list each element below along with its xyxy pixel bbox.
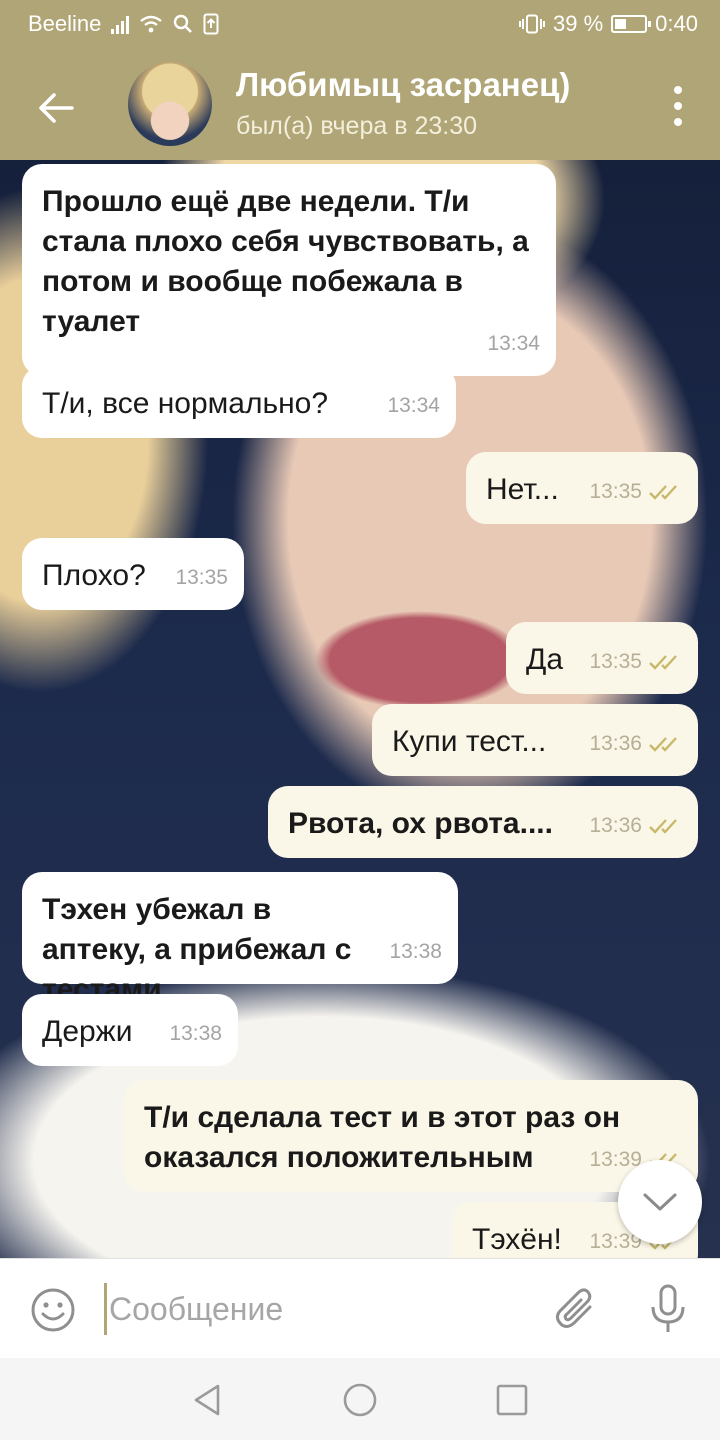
chat-title[interactable]: Любимыц засранец) xyxy=(236,66,570,104)
chat-header: Любимыц засранец) был(а) вчера в 23:30 xyxy=(0,52,720,160)
home-circle-icon[interactable] xyxy=(340,1380,380,1420)
message-bubble[interactable]: Держи 13:38 xyxy=(22,994,238,1066)
contact-avatar[interactable] xyxy=(128,62,212,146)
battery-percent: 39 % xyxy=(553,11,604,36)
last-seen-status: был(а) вчера в 23:30 xyxy=(236,112,478,140)
double-check-icon xyxy=(649,485,677,500)
message-text: Купи тест... xyxy=(392,725,547,758)
paperclip-icon[interactable] xyxy=(552,1285,600,1333)
message-time: 13:38 xyxy=(169,1022,222,1045)
arrow-left-icon xyxy=(39,93,74,123)
message-bubble[interactable]: Тэхен убежал в аптеку, а прибежал с тест… xyxy=(22,872,458,1006)
double-check-icon xyxy=(649,819,677,834)
clock: 0:40 xyxy=(655,11,698,36)
message-text: Т/и, все нормально? xyxy=(42,387,329,420)
message-time: 13:38 xyxy=(389,940,442,963)
upload-icon xyxy=(203,13,219,35)
message-text: Т/и сделала тест и в этот раз он оказалс… xyxy=(144,1101,621,1174)
message-bubble[interactable]: Плохо? 13:35 xyxy=(22,538,244,610)
message-time: 13:35 xyxy=(175,566,228,589)
vibrate-icon xyxy=(519,14,546,34)
battery-level xyxy=(615,19,627,29)
chat-area[interactable]: Прошло ещё две недели. Т/и стала плохо с… xyxy=(0,160,720,1258)
back-button[interactable] xyxy=(28,80,84,136)
message-text: Тэхен убежал в аптеку, а прибежал с тест… xyxy=(42,893,352,1006)
recents-square-icon[interactable] xyxy=(492,1380,532,1420)
message-text: Тэхён! xyxy=(472,1223,562,1256)
battery-icon xyxy=(611,15,652,33)
message-time: 13:34 xyxy=(387,394,440,417)
message-bubble[interactable]: Купи тест... 13:36 xyxy=(372,704,698,776)
message-text: Прошло ещё две недели. Т/и стала плохо с… xyxy=(42,185,529,338)
message-time: 13:34 xyxy=(487,332,540,355)
message-meta: 13:35 xyxy=(589,472,682,512)
message-meta: 13:35 xyxy=(589,642,682,682)
message-meta: 13:36 xyxy=(589,806,682,846)
message-text: Нет... xyxy=(486,473,559,506)
system-nav-bar xyxy=(0,1358,720,1440)
message-bubble[interactable]: Да 13:35 xyxy=(506,622,698,694)
message-bubble[interactable]: Нет... 13:35 xyxy=(466,452,698,524)
smile-icon[interactable] xyxy=(30,1287,76,1333)
message-bubble[interactable]: Рвота, ох рвота.... 13:36 xyxy=(268,786,698,858)
scroll-to-bottom-button[interactable] xyxy=(618,1160,702,1244)
microphone-icon[interactable] xyxy=(646,1283,690,1335)
message-bubble[interactable]: Т/и сделала тест и в этот раз он оказалс… xyxy=(124,1080,698,1192)
message-bubble[interactable]: Т/и, все нормально? 13:34 xyxy=(22,366,456,438)
message-text: Держи xyxy=(42,1015,133,1048)
message-text: Рвота, ох рвота.... xyxy=(288,807,553,840)
message-meta: 13:36 xyxy=(589,724,682,764)
message-input[interactable] xyxy=(104,1283,524,1335)
wifi-icon xyxy=(140,15,163,33)
status-bar: Beeline 39 % 0:40 xyxy=(0,0,720,52)
message-composer xyxy=(0,1258,720,1358)
message-text: Да xyxy=(526,643,564,676)
double-check-icon xyxy=(649,655,677,670)
chevron-down-icon xyxy=(643,1193,677,1211)
more-menu-button[interactable] xyxy=(666,86,690,126)
carrier-name: Beeline xyxy=(28,11,102,36)
message-text: Плохо? xyxy=(42,559,146,592)
double-check-icon xyxy=(649,737,677,752)
back-triangle-icon[interactable] xyxy=(188,1380,228,1420)
more-vertical-icon xyxy=(674,86,682,94)
search-icon xyxy=(174,14,193,33)
message-bubble[interactable]: Прошло ещё две недели. Т/и стала плохо с… xyxy=(22,164,556,376)
signal-icon xyxy=(111,14,130,34)
